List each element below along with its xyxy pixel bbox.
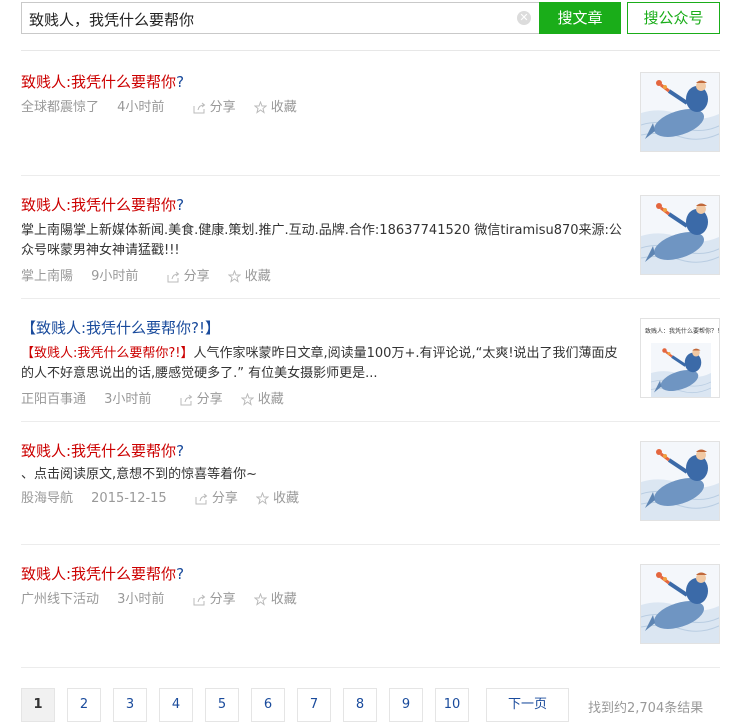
result-summary: 、点击阅读原文,意想不到的惊喜等着你~: [21, 467, 258, 482]
share-icon: [193, 102, 205, 113]
page-9[interactable]: 9: [389, 688, 423, 722]
search-result: 致贱人:我凭什么要帮你? 广州线下活动 3小时前 分享 收藏: [21, 564, 720, 644]
result-title[interactable]: 致贱人:我凭什么要帮你?: [21, 195, 720, 215]
share-button[interactable]: 分享: [167, 268, 210, 287]
result-meta: 广州线下活动 3小时前 分享 收藏: [21, 591, 720, 610]
result-source[interactable]: 全球都震惊了: [21, 99, 99, 117]
divider: [21, 667, 720, 668]
search-result: 致贱人:我凭什么要帮你? 、点击阅读原文,意想不到的惊喜等着你~ 股海导航 20…: [21, 441, 720, 521]
page-7[interactable]: 7: [297, 688, 331, 722]
result-title[interactable]: 【致贱人:我凭什么要帮你?!】: [21, 318, 720, 338]
page-8[interactable]: 8: [343, 688, 377, 722]
page-6[interactable]: 6: [251, 688, 285, 722]
search-result: 【致贱人:我凭什么要帮你?!】 【致贱人:我凭什么要帮你?!】人气作家咪蒙昨日文…: [21, 318, 720, 410]
star-icon: [253, 100, 268, 114]
divider: [21, 421, 720, 422]
result-thumbnail[interactable]: [640, 72, 720, 152]
result-title[interactable]: 致贱人:我凭什么要帮你?: [21, 441, 720, 461]
share-icon: [193, 594, 205, 605]
collect-button[interactable]: 收藏: [227, 268, 271, 287]
share-button[interactable]: 分享: [195, 490, 238, 509]
star-icon: [255, 491, 270, 505]
search-accounts-button[interactable]: 搜公众号: [627, 2, 720, 34]
result-time: 4小时前: [117, 100, 165, 116]
result-thumbnail[interactable]: [640, 195, 720, 275]
share-icon: [195, 493, 208, 504]
divider: [21, 298, 720, 299]
search-query-text: 致贱人，我凭什么要帮你: [29, 11, 195, 29]
search-articles-button[interactable]: 搜文章: [539, 2, 621, 34]
page-5[interactable]: 5: [205, 688, 239, 722]
share-icon: [167, 271, 179, 282]
result-count: 找到约2,704条结果: [588, 701, 704, 716]
share-button[interactable]: 分享: [193, 591, 236, 610]
result-summary: 掌上南陽掌上新媒体新闻.美食.健康.策划.推广.互动.品牌.合作:1863774…: [21, 223, 622, 258]
search-result: 致贱人:我凭什么要帮你? 全球都震惊了 4小时前 分享 收藏: [21, 72, 720, 152]
result-thumbnail[interactable]: [640, 564, 720, 644]
collect-button[interactable]: 收藏: [255, 490, 299, 509]
result-time: 3小时前: [117, 592, 165, 608]
search-input[interactable]: 致贱人，我凭什么要帮你 ✕: [21, 2, 539, 34]
close-icon[interactable]: ✕: [517, 11, 531, 25]
result-source[interactable]: 股海导航: [21, 490, 73, 508]
star-icon: [240, 392, 255, 406]
collect-button[interactable]: 收藏: [240, 391, 284, 410]
page-10[interactable]: 10: [435, 688, 469, 722]
page-4[interactable]: 4: [159, 688, 193, 722]
star-icon: [253, 592, 268, 606]
thumbnail-caption: 致贱人：我凭什么要帮你？！: [645, 328, 719, 335]
result-source[interactable]: 掌上南陽: [21, 268, 73, 286]
result-meta: 股海导航 2015-12-15 分享 收藏: [21, 490, 720, 509]
result-summary: 【致贱人:我凭什么要帮你?!】人气作家咪蒙昨日文章,阅读量100万+.有评论说,…: [21, 346, 618, 381]
divider: [21, 175, 720, 176]
divider: [21, 50, 720, 51]
result-meta: 掌上南陽 9小时前 分享 收藏: [21, 268, 720, 287]
result-meta: 全球都震惊了 4小时前 分享 收藏: [21, 99, 720, 118]
share-button[interactable]: 分享: [180, 391, 223, 410]
collect-button[interactable]: 收藏: [253, 591, 297, 610]
result-time: 9小时前: [91, 269, 139, 285]
page-3[interactable]: 3: [113, 688, 147, 722]
share-button[interactable]: 分享: [193, 99, 236, 118]
result-thumbnail[interactable]: 致贱人：我凭什么要帮你？！: [640, 318, 720, 398]
result-meta: 正阳百事通 3小时前 分享 收藏: [21, 391, 720, 410]
star-icon: [227, 269, 242, 283]
result-time: 3小时前: [104, 392, 152, 408]
share-icon: [180, 394, 192, 405]
summary-highlight: 【致贱人:我凭什么要帮你?!】: [21, 346, 194, 361]
result-source[interactable]: 广州线下活动: [21, 591, 99, 609]
collect-button[interactable]: 收藏: [253, 99, 297, 118]
result-time: 2015-12-15: [91, 491, 167, 507]
result-thumbnail[interactable]: [640, 441, 720, 521]
result-title[interactable]: 致贱人:我凭什么要帮你?: [21, 564, 720, 584]
page-1[interactable]: 1: [21, 688, 55, 722]
page-2[interactable]: 2: [67, 688, 101, 722]
next-page-button[interactable]: 下一页: [486, 688, 569, 722]
search-result: 致贱人:我凭什么要帮你? 掌上南陽掌上新媒体新闻.美食.健康.策划.推广.互动.…: [21, 195, 720, 287]
result-title[interactable]: 致贱人:我凭什么要帮你?: [21, 72, 720, 92]
result-source[interactable]: 正阳百事通: [21, 391, 86, 409]
divider: [21, 544, 720, 545]
